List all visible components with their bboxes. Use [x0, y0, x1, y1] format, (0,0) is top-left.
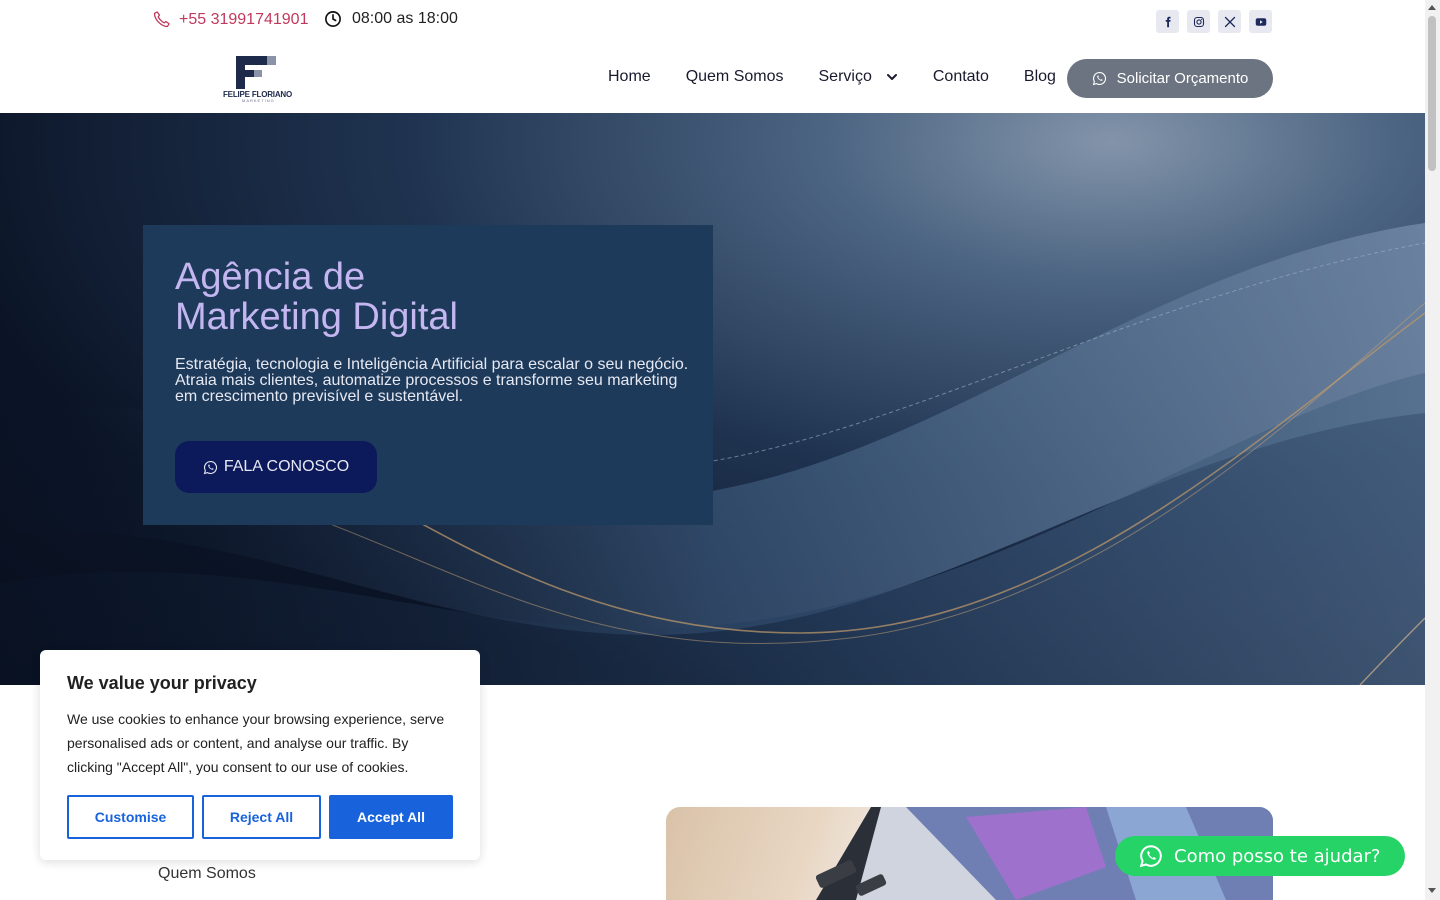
opening-hours: 08:00 as 18:00 [324, 10, 458, 28]
contact-us-button[interactable]: FALA CONOSCO [175, 441, 377, 493]
whatsapp-chat-button[interactable]: Como posso te ajudar? [1115, 836, 1405, 876]
clock-icon [325, 11, 341, 27]
hero-content-box: Agência de Marketing Digital Estratégia,… [143, 225, 713, 525]
whatsapp-icon [1092, 71, 1106, 86]
x-icon[interactable] [1218, 10, 1241, 33]
logo-mark [236, 56, 276, 89]
phone-link[interactable]: +55 31991741901 [152, 10, 308, 29]
whatsapp-label: Como posso te ajudar? [1174, 845, 1381, 867]
instagram-icon[interactable] [1187, 10, 1210, 33]
hero-description-line-2: Atraia mais clientes, automatize process… [175, 372, 678, 405]
customise-button[interactable]: Customise [67, 795, 194, 839]
reject-all-button[interactable]: Reject All [202, 795, 321, 839]
request-quote-button[interactable]: Solicitar Orçamento [1067, 59, 1273, 98]
nav-item-blog[interactable]: Blog [1024, 68, 1056, 86]
main-nav: Home Quem Somos Serviço Contato Blog [608, 68, 1091, 86]
page-scrollbar[interactable] [1425, 0, 1440, 900]
nav-item-servico[interactable]: Serviço [819, 68, 898, 86]
top-bar: +55 31991741901 08:00 as 18:00 [0, 0, 1425, 44]
cta-label: Solicitar Orçamento [1116, 70, 1249, 87]
nav-label: Quem Somos [685, 68, 784, 85]
social-links [1156, 10, 1272, 33]
cookie-message: We use cookies to enhance your browsing … [67, 711, 445, 775]
hours-text: 08:00 as 18:00 [352, 10, 458, 27]
hero-title: Agência de Marketing Digital [175, 256, 458, 338]
nav-item-home[interactable]: Home [608, 68, 651, 86]
phone-number[interactable]: +55 31991741901 [179, 11, 308, 29]
hero-section: Agência de Marketing Digital Estratégia,… [0, 113, 1425, 685]
youtube-icon[interactable] [1249, 10, 1272, 33]
facebook-icon[interactable] [1156, 10, 1179, 33]
chevron-down-icon [886, 74, 897, 80]
hero-description-line-1: Estratégia, tecnologia e Inteligência Ar… [175, 356, 689, 373]
scroll-up-arrow-icon[interactable] [1428, 5, 1436, 10]
hero-description: Estratégia, tecnologia e Inteligência Ar… [175, 357, 690, 405]
logo[interactable]: FELIPE FLORIANO MARKETING [214, 56, 294, 104]
section-label-quem-somos: Quem Somos [158, 865, 256, 882]
scrollbar-thumb[interactable] [1428, 16, 1436, 171]
accept-all-button[interactable]: Accept All [329, 795, 453, 839]
cookie-consent-banner: We value your privacy We use cookies to … [40, 650, 480, 860]
phone-icon [153, 11, 170, 28]
scroll-down-arrow-icon[interactable] [1428, 888, 1436, 893]
nav-label: Blog [1023, 68, 1056, 85]
contact-us-label: FALA CONOSCO [223, 458, 350, 475]
whatsapp-icon [203, 460, 217, 474]
nav-label: Serviço [818, 68, 872, 85]
nav-label: Contato [932, 68, 989, 85]
nav-item-contato[interactable]: Contato [933, 68, 989, 86]
site-header: FELIPE FLORIANO MARKETING Home Quem Somo… [0, 44, 1425, 113]
cookie-title: We value your privacy [67, 673, 257, 693]
nav-item-quem-somos[interactable]: Quem Somos [686, 68, 784, 86]
nav-label: Home [608, 68, 651, 85]
logo-subtext: MARKETING [242, 98, 275, 103]
whatsapp-icon [1139, 845, 1162, 868]
